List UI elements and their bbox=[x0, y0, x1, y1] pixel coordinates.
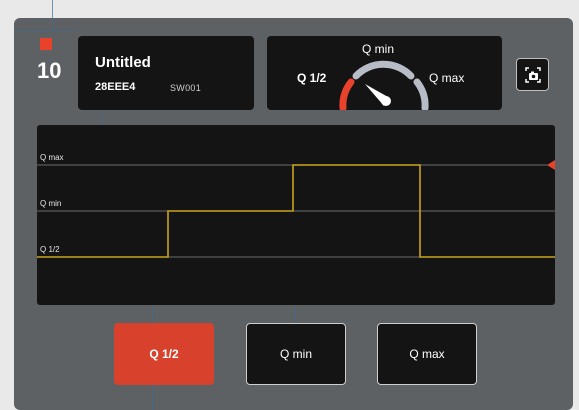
flow-schedule-chart: Q max Q min Q 1/2 bbox=[37, 125, 555, 305]
guide-line bbox=[152, 305, 153, 323]
level-label-half: Q 1/2 bbox=[40, 245, 60, 254]
device-model: SW001 bbox=[170, 83, 202, 93]
gauge-arc-max bbox=[413, 78, 429, 110]
device-name: Untitled bbox=[95, 54, 151, 71]
device-serial: 28EEE4 bbox=[95, 81, 136, 93]
snapshot-button[interactable] bbox=[516, 58, 549, 91]
level-label-min: Q min bbox=[40, 199, 62, 208]
guide-line bbox=[14, 31, 74, 32]
channel-indicator-square bbox=[40, 38, 52, 50]
gauge-label-min: Q min bbox=[362, 42, 395, 56]
level-label-max: Q max bbox=[40, 153, 64, 162]
gauge-dial bbox=[339, 60, 429, 110]
gauge-arc-half bbox=[339, 78, 355, 110]
camera-snapshot-icon bbox=[525, 67, 541, 83]
gauge-arc-min bbox=[352, 60, 415, 80]
guide-line bbox=[294, 305, 295, 323]
guide-line bbox=[152, 385, 153, 410]
chart-plot bbox=[37, 160, 555, 258]
device-info-card[interactable]: Untitled 28EEE4 SW001 bbox=[78, 36, 254, 110]
flow-gauge-card[interactable]: Q min Q 1/2 Q max bbox=[267, 36, 502, 110]
channel-number: 10 bbox=[37, 58, 62, 83]
guide-line bbox=[100, 110, 101, 125]
q-min-button[interactable]: Q min bbox=[246, 323, 346, 385]
q-half-button[interactable]: Q 1/2 bbox=[114, 323, 214, 385]
q-max-button[interactable]: Q max bbox=[377, 323, 477, 385]
guide-line bbox=[52, 0, 53, 30]
current-marker bbox=[547, 160, 555, 170]
gauge-label-half: Q 1/2 bbox=[297, 71, 327, 85]
